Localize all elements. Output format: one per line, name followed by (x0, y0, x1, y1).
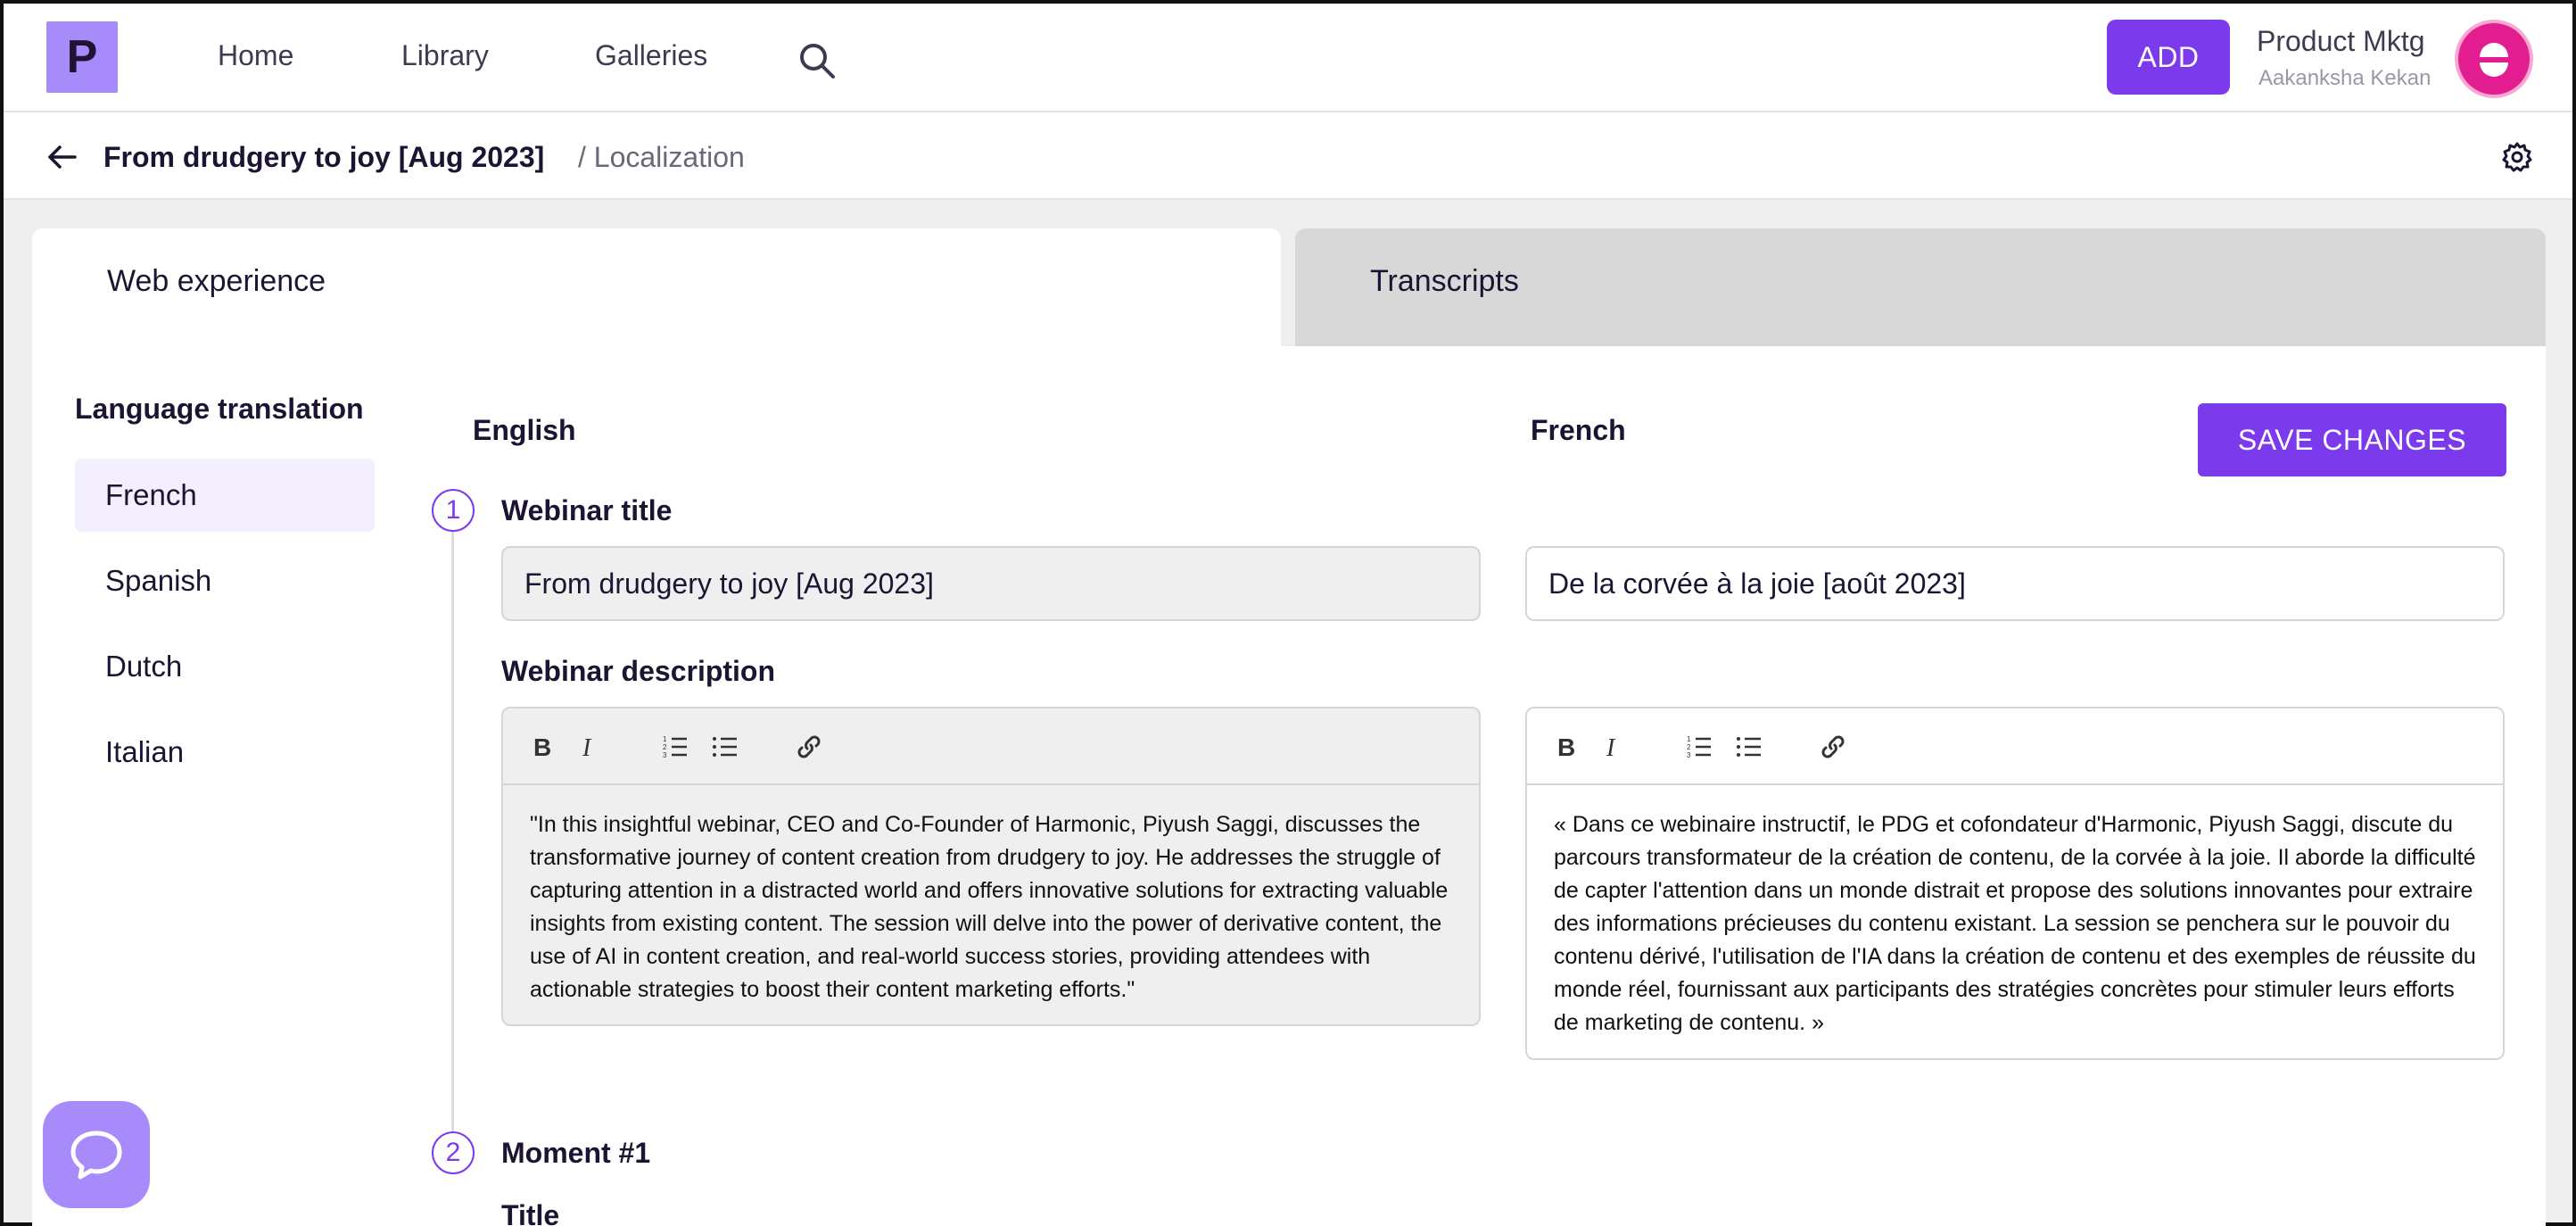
language-item-french[interactable]: French (75, 459, 375, 532)
bullet-list-icon[interactable] (1736, 733, 1763, 760)
save-changes-button[interactable]: SAVE CHANGES (2198, 403, 2506, 476)
breadcrumb-section: / Localization (578, 141, 745, 173)
gear-icon[interactable] (2501, 141, 2533, 173)
target-language-heading: French (1531, 414, 1626, 446)
svg-text:3: 3 (663, 751, 667, 759)
avatar[interactable] (2455, 20, 2533, 98)
language-label: Italian (105, 735, 185, 768)
tab-label: Transcripts (1370, 264, 1519, 298)
language-label: French (105, 478, 197, 511)
description-translation-editor[interactable]: B I 123 « Dans ce webinaire instructif, … (1525, 707, 2505, 1060)
step-marker-2: 2 (432, 1131, 475, 1174)
add-button[interactable]: ADD (2107, 20, 2230, 95)
description-translation-text[interactable]: « Dans ce webinaire instructif, le PDG e… (1554, 808, 2481, 1040)
language-sidebar-heading: Language translation (75, 393, 364, 425)
webinar-title-translation-field[interactable]: De la corvée à la joie [août 2023] (1525, 546, 2505, 621)
page-title: From drudgery to joy [Aug 2023] (103, 141, 545, 173)
nav-link-galleries[interactable]: Galleries (595, 39, 707, 72)
ordered-list-icon[interactable]: 123 (1686, 733, 1713, 760)
language-label: Spanish (105, 564, 212, 597)
bullet-list-icon[interactable] (712, 733, 739, 760)
description-source-editor: B I 123 "In this insightful webinar, CEO… (501, 707, 1481, 1026)
nav-link-home[interactable]: Home (218, 39, 293, 72)
language-item-italian[interactable]: Italian (75, 716, 375, 789)
svg-text:3: 3 (1687, 751, 1691, 759)
logo-letter: P (66, 31, 98, 83)
link-icon[interactable] (1820, 733, 1846, 760)
webinar-description-label: Webinar description (501, 655, 776, 687)
top-navigation: P Home Library Galleries ADD Product Mkt… (4, 4, 2572, 112)
svg-text:B: B (533, 733, 551, 760)
svg-text:1: 1 (1687, 735, 1691, 743)
webinar-title-label: Webinar title (501, 494, 673, 526)
svg-text:1: 1 (663, 735, 667, 743)
source-language-heading: English (473, 414, 576, 446)
language-item-dutch[interactable]: Dutch (75, 630, 375, 703)
svg-text:B: B (1557, 733, 1575, 760)
search-icon[interactable] (797, 41, 837, 80)
italic-icon[interactable]: I (576, 733, 603, 760)
editor-toolbar: B I 123 (503, 708, 1479, 785)
tab-transcripts[interactable]: Transcripts (1295, 228, 2546, 346)
bold-icon[interactable]: B (1552, 733, 1579, 760)
app-logo[interactable]: P (46, 21, 118, 93)
workspace-name[interactable]: Product Mktg (2257, 25, 2425, 58)
link-icon[interactable] (796, 733, 822, 760)
svg-text:I: I (582, 734, 592, 760)
moment-heading: Moment #1 (501, 1137, 651, 1169)
timeline-line (451, 530, 454, 1155)
ordered-list-icon[interactable]: 123 (662, 733, 689, 760)
svg-text:2: 2 (663, 743, 667, 751)
step-marker-1: 1 (432, 489, 475, 532)
avatar-glyph-icon (2480, 43, 2508, 77)
language-item-spanish[interactable]: Spanish (75, 544, 375, 617)
bold-icon[interactable]: B (528, 733, 555, 760)
webinar-title-source-field: From drudgery to joy [Aug 2023] (501, 546, 1481, 621)
chat-launcher-button[interactable] (43, 1101, 150, 1208)
nav-link-library[interactable]: Library (401, 39, 489, 72)
editor-toolbar: B I 123 (1527, 708, 2503, 785)
chat-bubble-icon (70, 1131, 122, 1180)
tab-label: Web experience (107, 264, 326, 298)
user-name: Aakanksha Kekan (2258, 66, 2432, 90)
description-source-text: "In this insightful webinar, CEO and Co-… (530, 812, 1449, 1002)
tab-web-experience[interactable]: Web experience (32, 228, 1281, 346)
arrow-left-icon[interactable] (45, 139, 80, 175)
svg-text:2: 2 (1687, 743, 1691, 751)
language-label: Dutch (105, 650, 183, 683)
breadcrumb: From drudgery to joy [Aug 2023] / Locali… (4, 112, 2572, 200)
svg-text:I: I (1606, 734, 1616, 760)
moment-title-label: Title (501, 1199, 560, 1226)
italic-icon[interactable]: I (1600, 733, 1627, 760)
